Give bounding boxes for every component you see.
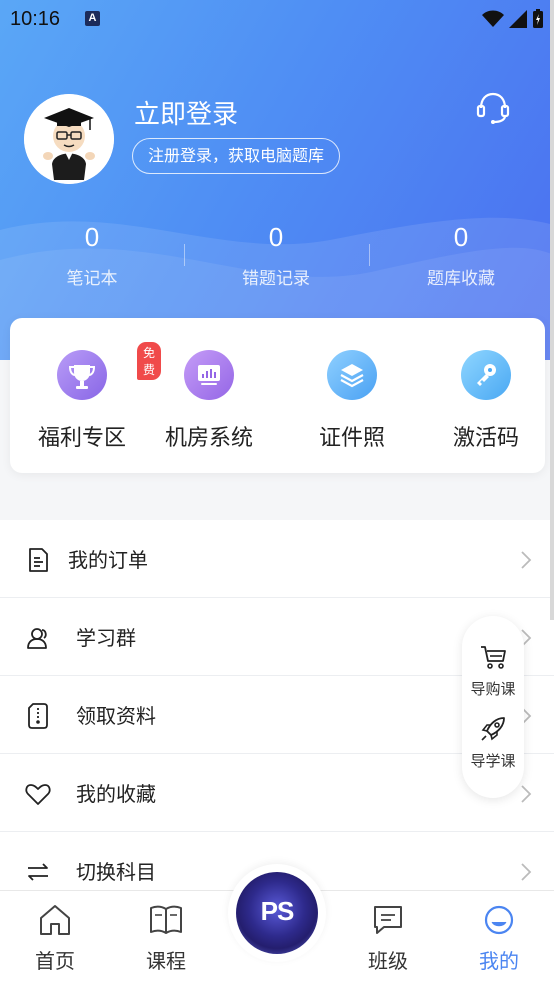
file-icon [28, 703, 48, 729]
menu-item-study-group-label: 学习群 [76, 626, 136, 650]
customer-service-icon[interactable] [474, 90, 512, 126]
center-ps-button[interactable]: PS [228, 864, 326, 962]
quick-welfare-zone-label: 福利专区 [37, 426, 126, 451]
ps-logo-text: PS [260, 896, 295, 926]
nav-courses-label: 课程 [146, 949, 186, 973]
heart-icon [25, 784, 51, 805]
stats-row: 0 笔记本 0 错题记录 0 题库收藏 [0, 220, 554, 300]
quick-activation-code[interactable]: 激活码 [426, 350, 546, 452]
status-time: 10:16 [10, 8, 61, 30]
status-icons [482, 9, 544, 29]
menu-item-orders[interactable]: 我的订单 [0, 520, 554, 598]
signal-icon [509, 10, 527, 28]
cart-icon [481, 646, 506, 669]
ps-logo-icon: PS [236, 872, 318, 954]
wifi-icon [482, 10, 504, 27]
layers-icon [327, 350, 377, 400]
menu-item-favorites-label: 我的收藏 [76, 782, 156, 806]
nav-mine[interactable]: 我的 [444, 903, 554, 974]
login-title[interactable]: 立即登录 [134, 94, 238, 131]
stat-notebook-value: 0 [84, 222, 100, 252]
menu-item-materials-label: 领取资料 [76, 704, 156, 728]
quick-lab-system-label: 机房系统 [164, 426, 253, 451]
nav-classes-label: 班级 [368, 949, 408, 973]
stat-divider [369, 244, 370, 266]
profile-face-icon [484, 905, 514, 935]
home-icon [40, 905, 70, 935]
menu-item-switch-subject-label: 切换科目 [76, 860, 156, 884]
monitor-icon [184, 350, 234, 400]
floating-course-panel: 导购课 导学课 [462, 616, 524, 798]
chevron-right-icon [521, 785, 532, 803]
quick-actions-card: 免费 福利专区 机房系统 证件照 激活码 [10, 318, 545, 473]
quick-activation-code-label: 激活码 [452, 426, 519, 451]
status-bar: 10:16 A [0, 0, 554, 38]
stat-favorites-label: 题库收藏 [427, 269, 495, 289]
chevron-right-icon [521, 551, 532, 569]
group-icon [27, 628, 47, 649]
chevron-right-icon [521, 863, 532, 881]
stat-favorites[interactable]: 0 题库收藏 [369, 220, 553, 289]
nav-home[interactable]: 首页 [0, 903, 110, 974]
switch-icon [28, 863, 48, 881]
quick-id-photo[interactable]: 证件照 [292, 350, 412, 452]
menu-item-orders-label: 我的订单 [68, 548, 148, 572]
stat-wrong-questions-value: 0 [268, 222, 284, 252]
nav-mine-label: 我的 [479, 949, 519, 973]
quick-welfare-zone[interactable]: 免费 福利专区 [22, 342, 162, 452]
trophy-icon: 免费 [57, 342, 162, 400]
stat-wrong-questions-label: 错题记录 [242, 269, 310, 289]
stat-wrong-questions[interactable]: 0 错题记录 [184, 220, 368, 289]
rocket-icon [481, 717, 505, 741]
floating-buy-course[interactable]: 导购课 [462, 642, 524, 699]
book-icon [150, 905, 182, 934]
quick-id-photo-label: 证件照 [318, 426, 385, 451]
stat-notebook-label: 笔记本 [66, 269, 118, 289]
floating-buy-course-label: 导购课 [470, 680, 516, 698]
profile-page: 10:16 A 立即登录 注册登录，获取电脑题库 0 笔记本 0 错题记录 0 … [0, 0, 554, 984]
stat-favorites-value: 0 [453, 222, 469, 252]
nav-courses[interactable]: 课程 [111, 903, 221, 974]
order-icon [29, 548, 48, 572]
quick-lab-system[interactable]: 机房系统 [149, 350, 269, 452]
battery-icon [533, 9, 543, 28]
floating-learn-course-label: 导学课 [470, 752, 516, 770]
nav-home-label: 首页 [35, 949, 75, 973]
class-message-icon [374, 906, 402, 934]
nav-classes[interactable]: 班级 [333, 903, 443, 974]
floating-learn-course[interactable]: 导学课 [462, 714, 524, 771]
scrollbar[interactable] [550, 0, 554, 620]
notification-a-icon: A [85, 11, 100, 26]
register-login-button[interactable]: 注册登录，获取电脑题库 [132, 138, 341, 174]
user-avatar[interactable] [24, 94, 114, 184]
avatar-graduate-icon [24, 94, 114, 184]
key-icon [461, 350, 511, 400]
stat-notebook[interactable]: 0 笔记本 [0, 220, 184, 289]
stat-divider [184, 244, 185, 266]
